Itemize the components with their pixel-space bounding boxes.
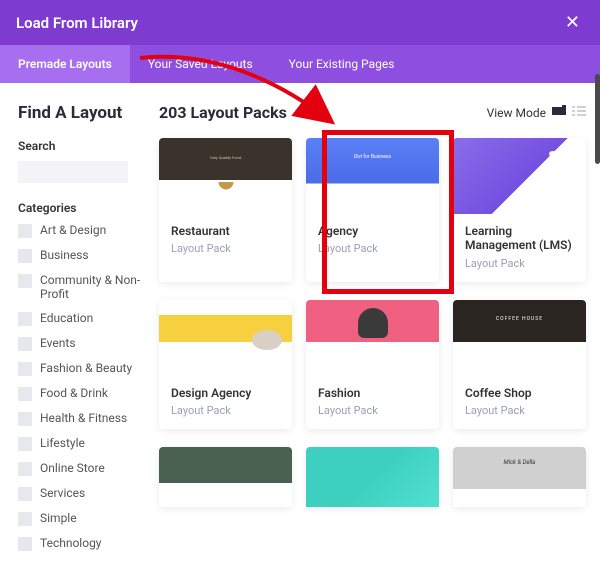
card-body: Learning Management (LMS) Layout Pack <box>453 214 586 282</box>
list-view-icon[interactable] <box>572 105 586 120</box>
category-item[interactable]: Fashion & Beauty <box>18 361 145 376</box>
close-icon[interactable]: ✕ <box>561 12 584 33</box>
tab-0[interactable]: Premade Layouts <box>0 45 130 83</box>
grid-view-icon[interactable] <box>552 105 566 120</box>
card-title: Learning Management (LMS) <box>465 224 574 253</box>
card-title: Design Agency <box>171 386 280 400</box>
card-thumbnail <box>306 300 439 376</box>
checkbox-icon[interactable] <box>18 274 32 288</box>
sidebar-title: Find A Layout <box>18 103 145 123</box>
checkbox-icon[interactable] <box>18 362 32 376</box>
category-item[interactable]: Business <box>18 248 145 263</box>
category-item[interactable]: Lifestyle <box>18 436 145 451</box>
category-item[interactable]: Food & Drink <box>18 386 145 401</box>
layout-card[interactable]: Mick & Della <box>453 447 586 507</box>
card-thumbnail: Mick & Della <box>453 447 586 507</box>
category-label: Art & Design <box>40 223 106 237</box>
checkbox-icon[interactable] <box>18 337 32 351</box>
card-body: Restaurant Layout Pack <box>159 214 292 267</box>
category-label: Lifestyle <box>40 436 85 450</box>
card-body: Coffee Shop Layout Pack <box>453 376 586 429</box>
categories-label: Categories <box>18 201 145 215</box>
main-header: 203 Layout Packs View Mode <box>159 103 586 122</box>
card-thumbnail <box>306 447 439 507</box>
category-item[interactable]: Community & Non-Profit <box>18 273 145 301</box>
search-label: Search <box>18 139 145 153</box>
category-label: Services <box>40 486 85 500</box>
layout-card[interactable]: Fashion Layout Pack <box>306 300 439 429</box>
content-area: Find A Layout Search Categories Art & De… <box>0 83 600 564</box>
layout-card[interactable]: Learning Management (LMS) Layout Pack <box>453 138 586 282</box>
card-thumbnail: Only Quality Food <box>159 138 292 214</box>
category-item[interactable]: Services <box>18 486 145 501</box>
category-label: Fashion & Beauty <box>40 361 132 375</box>
checkbox-icon[interactable] <box>18 462 32 476</box>
category-label: Online Store <box>40 461 105 475</box>
card-title: Fashion <box>318 386 427 400</box>
checkbox-icon[interactable] <box>18 412 32 426</box>
category-label: Technology <box>40 536 101 550</box>
sidebar: Find A Layout Search Categories Art & De… <box>0 83 145 564</box>
checkbox-icon[interactable] <box>18 224 32 238</box>
card-subtitle: Layout Pack <box>171 242 280 255</box>
card-subtitle: Layout Pack <box>465 257 574 270</box>
layout-card[interactable]: COFFEE HOUSE Coffee Shop Layout Pack <box>453 300 586 429</box>
category-label: Community & Non-Profit <box>40 273 145 301</box>
scrollbar-thumb[interactable] <box>595 74 600 164</box>
checkbox-icon[interactable] <box>18 487 32 501</box>
category-item[interactable]: Events <box>18 336 145 351</box>
category-label: Simple <box>40 511 77 525</box>
card-title: Coffee Shop <box>465 386 574 400</box>
checkbox-icon[interactable] <box>18 537 32 551</box>
view-mode-label: View Mode <box>487 106 546 120</box>
category-label: Business <box>40 248 89 262</box>
checkbox-icon[interactable] <box>18 512 32 526</box>
tab-2[interactable]: Your Existing Pages <box>271 45 413 83</box>
search-input[interactable] <box>18 161 128 183</box>
card-thumbnail: Divi for Business <box>306 138 439 214</box>
tab-bar: Premade LayoutsYour Saved LayoutsYour Ex… <box>0 45 600 83</box>
checkbox-icon[interactable] <box>18 437 32 451</box>
layout-card[interactable]: Divi for Business Agency Layout Pack <box>306 138 439 282</box>
category-label: Health & Fitness <box>40 411 127 425</box>
card-title: Restaurant <box>171 224 280 238</box>
category-item[interactable]: Technology <box>18 536 145 551</box>
card-body: Design Agency Layout Pack <box>159 376 292 429</box>
card-subtitle: Layout Pack <box>171 404 280 417</box>
card-title: Agency <box>318 224 427 238</box>
load-library-modal: Load From Library ✕ Premade LayoutsYour … <box>0 0 600 564</box>
modal-header: Load From Library ✕ <box>0 0 600 45</box>
layout-card[interactable] <box>306 447 439 507</box>
card-thumbnail <box>159 300 292 376</box>
main-panel: 203 Layout Packs View Mode Only Quality … <box>145 83 600 564</box>
layout-card[interactable]: Only Quality Food Restaurant Layout Pack <box>159 138 292 282</box>
layout-grid: Only Quality FoodRestaurantLayout PackDi… <box>159 138 586 507</box>
pack-count: 203 Layout Packs <box>159 103 287 122</box>
card-thumbnail <box>453 138 586 214</box>
layout-card[interactable] <box>159 447 292 507</box>
category-item[interactable]: Health & Fitness <box>18 411 145 426</box>
checkbox-icon[interactable] <box>18 249 32 263</box>
card-thumbnail <box>159 447 292 507</box>
category-item[interactable]: Online Store <box>18 461 145 476</box>
category-label: Events <box>40 336 76 350</box>
card-subtitle: Layout Pack <box>465 404 574 417</box>
card-thumbnail: COFFEE HOUSE <box>453 300 586 376</box>
card-subtitle: Layout Pack <box>318 242 427 255</box>
category-item[interactable]: Simple <box>18 511 145 526</box>
card-body: Fashion Layout Pack <box>306 376 439 429</box>
category-label: Education <box>40 311 93 325</box>
view-mode: View Mode <box>487 105 586 120</box>
checkbox-icon[interactable] <box>18 387 32 401</box>
category-item[interactable]: Art & Design <box>18 223 145 238</box>
tab-1[interactable]: Your Saved Layouts <box>130 45 271 83</box>
card-body: Agency Layout Pack <box>306 214 439 267</box>
checkbox-icon[interactable] <box>18 312 32 326</box>
layout-card[interactable]: Design Agency Layout Pack <box>159 300 292 429</box>
category-label: Food & Drink <box>40 386 108 400</box>
category-item[interactable]: Education <box>18 311 145 326</box>
modal-title: Load From Library <box>16 14 138 32</box>
card-subtitle: Layout Pack <box>318 404 427 417</box>
